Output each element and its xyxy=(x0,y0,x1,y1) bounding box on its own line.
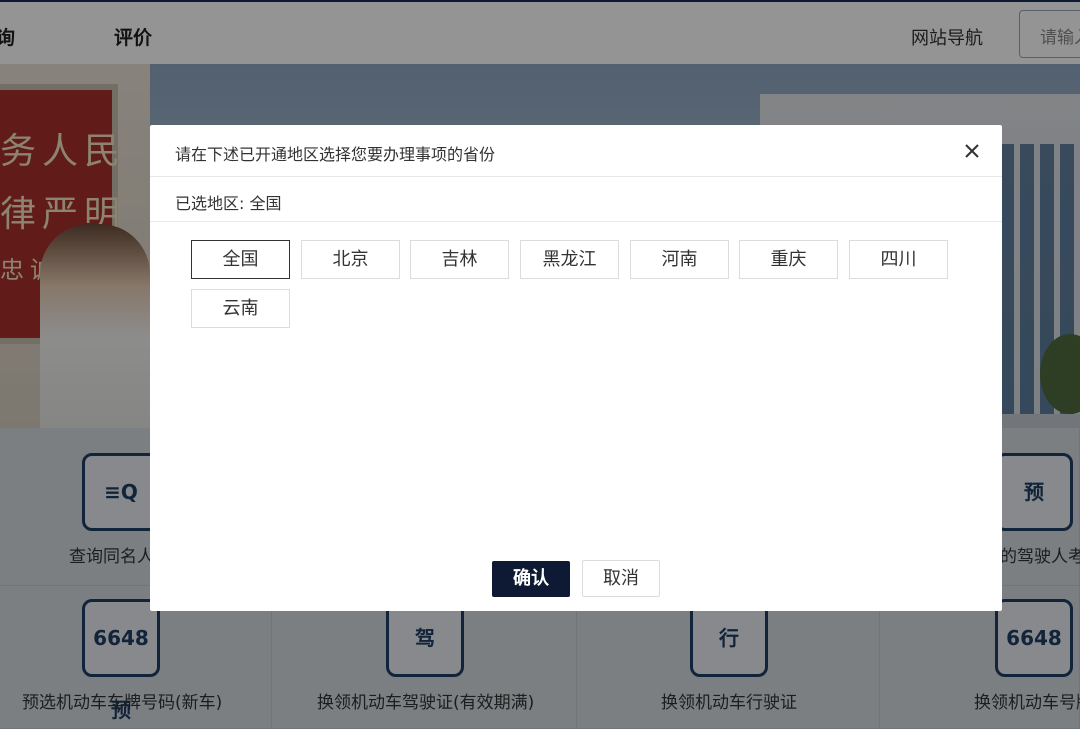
region-option-quanguo[interactable]: 全国 xyxy=(191,240,290,279)
close-icon xyxy=(965,144,979,158)
selected-region-text: 已选地区: 全国 xyxy=(175,194,282,213)
region-option-henan[interactable]: 河南 xyxy=(630,240,729,279)
cancel-button[interactable]: 取消 xyxy=(582,560,660,597)
close-button[interactable] xyxy=(958,137,986,165)
region-option-sichuan[interactable]: 四川 xyxy=(849,240,948,279)
confirm-button[interactable]: 确认 xyxy=(492,561,570,597)
region-select-dialog: 请在下述已开通地区选择您要办理事项的省份 已选地区: 全国 全国 北京 吉林 黑… xyxy=(150,125,1002,611)
selected-region-bar: 已选地区: 全国 xyxy=(150,177,1002,222)
region-option-heilongjiang[interactable]: 黑龙江 xyxy=(520,240,619,279)
region-option-jilin[interactable]: 吉林 xyxy=(410,240,509,279)
region-option-chongqing[interactable]: 重庆 xyxy=(739,240,838,279)
dialog-header: 请在下述已开通地区选择您要办理事项的省份 xyxy=(150,125,1002,177)
dialog-title: 请在下述已开通地区选择您要办理事项的省份 xyxy=(175,145,496,164)
region-option-yunnan[interactable]: 云南 xyxy=(191,289,290,328)
region-option-beijing[interactable]: 北京 xyxy=(301,240,400,279)
